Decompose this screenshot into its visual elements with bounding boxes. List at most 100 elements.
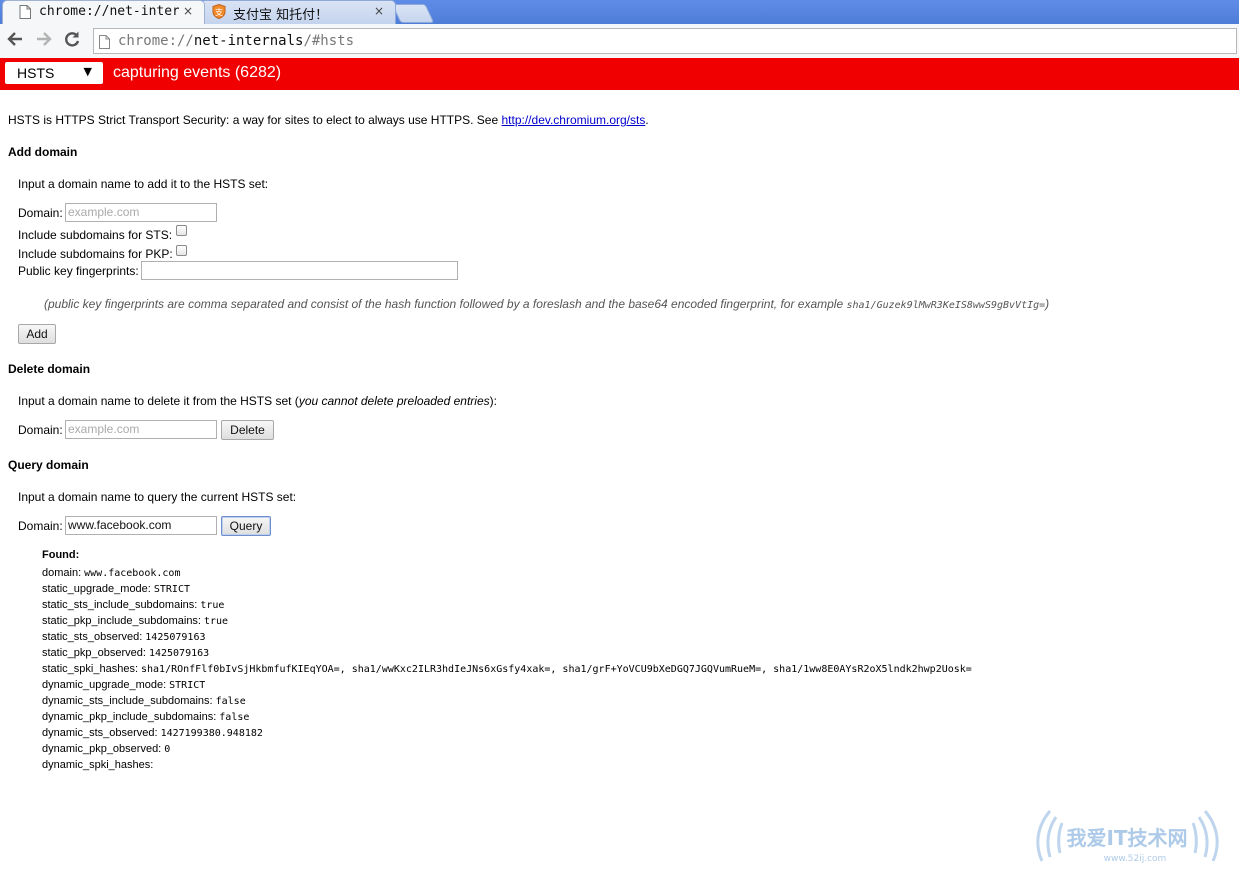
url-host: net-internals	[193, 33, 304, 49]
result-key: static_pkp_observed:	[42, 647, 146, 659]
result-row: domain: www.facebook.com	[42, 567, 180, 579]
delete-button[interactable]: Delete	[221, 420, 274, 440]
tab-net-internals[interactable]: chrome://net-internals ×	[2, 0, 205, 24]
tab-title: 支付宝 知托付！	[233, 8, 329, 23]
result-key: static_sts_include_subdomains:	[42, 599, 198, 611]
result-key: dynamic_sts_include_subdomains:	[42, 695, 213, 707]
capturing-status: capturing events (6282)	[113, 64, 282, 81]
query-domain-description: Input a domain name to query the current…	[18, 490, 297, 504]
pkp-subdomains-label: Include subdomains for PKP:	[18, 247, 173, 261]
result-key: domain:	[42, 567, 82, 579]
pkp-subdomains-checkbox[interactable]	[176, 245, 187, 256]
result-key: dynamic_upgrade_mode:	[42, 679, 167, 691]
intro-text: HSTS is HTTPS Strict Transport Security:…	[8, 113, 649, 127]
result-row: static_sts_observed: 1425079163	[42, 631, 206, 643]
found-label: Found:	[42, 549, 80, 561]
close-icon[interactable]: ×	[183, 4, 193, 18]
result-value: sha1/ROnfFlf0bIvSjHkbmfufKIEqYOA=, sha1/…	[141, 664, 972, 675]
tab-alipay[interactable]: 支 支付宝 知托付！ ×	[200, 0, 396, 24]
result-row: static_pkp_observed: 1425079163	[42, 647, 209, 659]
result-key: static_pkp_include_subdomains:	[42, 615, 201, 627]
arrow-left-icon	[7, 32, 22, 46]
result-row: dynamic_spki_hashes:	[42, 759, 156, 771]
new-tab-button[interactable]	[391, 4, 435, 23]
delete-domain-label: Domain:	[18, 423, 63, 437]
result-row: dynamic_pkp_observed: 0	[42, 743, 170, 755]
delete-desc-post: ):	[489, 394, 497, 408]
result-key: dynamic_spki_hashes:	[42, 759, 154, 771]
result-key: static_spki_hashes:	[42, 663, 138, 675]
reload-button[interactable]	[61, 30, 83, 52]
result-value: true	[200, 600, 225, 611]
alipay-icon: 支	[212, 3, 226, 23]
sts-subdomains-label: Include subdomains for STS:	[18, 228, 173, 242]
view-select-dropdown[interactable]: HSTS ▼	[5, 62, 103, 84]
dropdown-arrow-icon: ▼	[83, 65, 92, 78]
add-domain-label: Domain:	[18, 206, 63, 220]
svg-text:支: 支	[215, 7, 223, 17]
sts-subdomains-checkbox[interactable]	[176, 225, 187, 236]
forward-button[interactable]	[33, 30, 55, 52]
result-value: 1425079163	[145, 632, 206, 643]
view-select-value: HSTS	[17, 65, 55, 81]
address-bar[interactable]: chrome://net-internals/#hsts	[93, 28, 1237, 54]
result-value: 1425079163	[148, 648, 210, 659]
delete-desc-pre: Input a domain name to delete it from th…	[18, 394, 299, 408]
result-value: www.facebook.com	[84, 568, 181, 579]
toolbar: chrome://net-internals/#hsts	[0, 24, 1239, 59]
result-row: static_spki_hashes: sha1/ROnfFlf0bIvSjHkb…	[42, 663, 972, 675]
status-bar: HSTS ▼ capturing events (6282)	[0, 58, 1239, 90]
query-domain-value: www.facebook.com	[68, 518, 172, 532]
result-value: false	[215, 696, 246, 707]
url-text: chrome://net-internals/#hsts	[118, 33, 354, 49]
add-domain-heading: Add domain	[8, 145, 78, 159]
url-path: /#hsts	[303, 33, 355, 49]
result-value: STRICT	[169, 680, 206, 691]
fingerprints-label: Public key fingerprints:	[18, 264, 139, 278]
result-key: static_sts_observed:	[42, 631, 143, 643]
query-domain-heading: Query domain	[8, 458, 89, 472]
delete-domain-input[interactable]: example.com	[65, 420, 217, 439]
close-icon[interactable]: ×	[374, 4, 384, 18]
add-domain-placeholder: example.com	[68, 205, 140, 219]
note-end: )	[1045, 297, 1050, 311]
query-button[interactable]: Query	[221, 516, 271, 536]
result-key: dynamic_sts_observed:	[42, 727, 158, 739]
result-key: dynamic_pkp_observed:	[42, 743, 162, 755]
delete-desc-italic: you cannot delete preloaded entries	[298, 394, 490, 408]
fingerprints-input[interactable]	[141, 261, 458, 280]
delete-domain-description: Input a domain name to delete it from th…	[18, 394, 497, 408]
site-watermark-logo: 我爱IT技术网 www.52ij.com	[1036, 810, 1219, 864]
reload-icon	[65, 31, 80, 47]
tab-title: chrome://net-internals	[39, 4, 179, 19]
result-row: static_sts_include_subdomains: true	[42, 599, 224, 611]
sts-link[interactable]: http://dev.chromium.org/sts	[502, 113, 646, 127]
arrow-right-icon	[37, 32, 52, 46]
fingerprints-note: (public key fingerprints are comma separ…	[44, 297, 1049, 311]
note-example: sha1/Guzek9lMwR3KeIS8wwS9gBvVtIg=	[846, 300, 1046, 311]
result-row: dynamic_pkp_include_subdomains: false	[42, 711, 249, 723]
result-row: dynamic_upgrade_mode: STRICT	[42, 679, 205, 691]
result-value: 0	[164, 744, 171, 755]
delete-domain-heading: Delete domain	[8, 362, 91, 376]
result-row: dynamic_sts_observed: 1427199380.948182	[42, 727, 263, 739]
query-domain-label: Domain:	[18, 519, 63, 533]
tab-strip: chrome://net-internals × 支 支付宝 知托付！ ×	[0, 0, 1239, 24]
result-value: STRICT	[153, 584, 190, 595]
query-domain-input[interactable]: www.facebook.com	[65, 516, 217, 535]
result-key: static_upgrade_mode:	[42, 583, 151, 595]
note-text: (public key fingerprints are comma separ…	[44, 297, 847, 311]
delete-domain-placeholder: example.com	[68, 422, 140, 436]
add-domain-input[interactable]: example.com	[65, 203, 217, 222]
result-value: true	[204, 616, 229, 627]
intro-sentence: HSTS is HTTPS Strict Transport Security:…	[8, 113, 502, 127]
add-domain-description: Input a domain name to add it to the HST…	[18, 177, 269, 191]
add-button[interactable]: Add	[18, 324, 56, 344]
url-scheme: chrome://	[118, 33, 194, 49]
result-value: false	[219, 712, 250, 723]
result-row: dynamic_sts_include_subdomains: false	[42, 695, 246, 707]
result-row: static_upgrade_mode: STRICT	[42, 583, 190, 595]
svg-text:www.52ij.com: www.52ij.com	[1104, 854, 1167, 864]
back-button[interactable]	[4, 30, 26, 52]
result-row: static_pkp_include_subdomains: true	[42, 615, 228, 627]
